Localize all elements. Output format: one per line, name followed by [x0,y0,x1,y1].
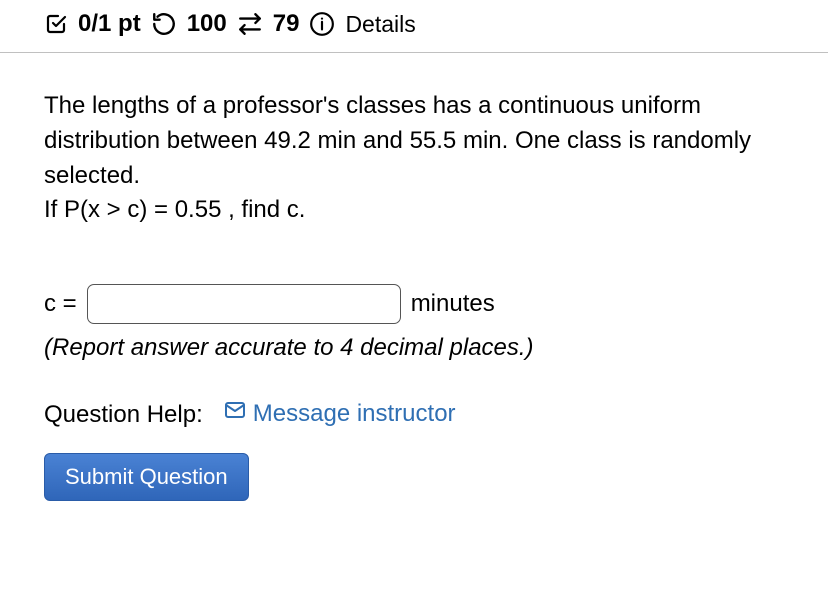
retry-icon [151,11,177,37]
help-label: Question Help: [44,401,203,428]
info-icon[interactable] [309,11,335,37]
score-text: 0/1 pt [78,10,141,38]
message-instructor-link[interactable]: Message instructor [223,398,456,429]
attempts-icon [237,11,263,37]
answer-label: c = [44,290,77,318]
retries-text: 100 [187,10,227,38]
submit-button[interactable]: Submit Question [44,453,249,501]
question-text: The lengths of a professor's classes has… [44,89,764,228]
question-line1: The lengths of a professor's classes has… [44,92,751,189]
question-header: 0/1 pt 100 79 Details [0,0,828,53]
answer-hint: (Report answer accurate to 4 decimal pla… [44,334,784,362]
checkbox-icon [44,12,68,36]
envelope-icon [223,398,247,429]
attempts-left-text: 79 [273,10,300,38]
answer-input[interactable] [87,284,401,324]
details-link[interactable]: Details [345,11,415,38]
answer-row: c = minutes [44,284,784,324]
message-instructor-label: Message instructor [253,400,456,428]
answer-unit: minutes [411,290,495,318]
question-content: The lengths of a professor's classes has… [0,53,828,525]
help-row: Question Help: Message instructor [44,398,784,429]
question-line2: If P(x > c) = 0.55 , find c. [44,196,305,223]
